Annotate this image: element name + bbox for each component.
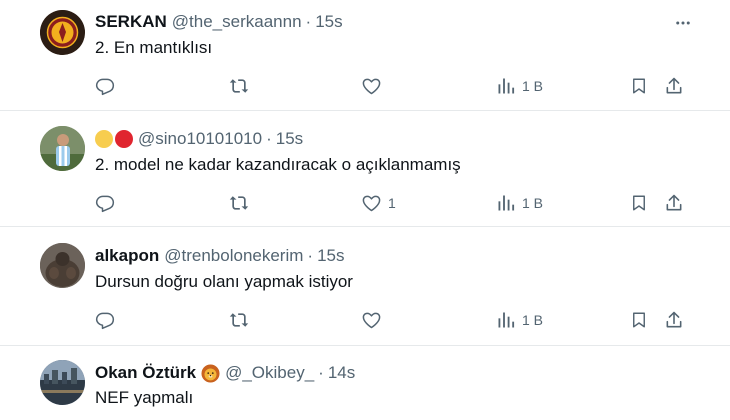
tweet-text: Dursun doğru olanı yapmak istiyor	[95, 272, 353, 291]
reply-button[interactable]	[95, 190, 115, 216]
timestamp[interactable]: 15s	[315, 12, 342, 32]
share-icon	[666, 77, 682, 94]
share-button[interactable]	[664, 73, 684, 99]
display-name-emojis[interactable]	[95, 130, 133, 148]
yellow-circle-icon	[95, 130, 113, 148]
retweet-icon	[229, 196, 249, 210]
separator-dot: ·	[305, 12, 312, 31]
like-button[interactable]: 1	[361, 190, 396, 216]
tweet-header: SERKAN @the_serkaannn · 15s	[95, 11, 343, 33]
action-bar: 1 B	[0, 73, 730, 99]
tweet[interactable]: @sino10101010 · 15s 2. model ne kadar ka…	[0, 111, 730, 226]
retweet-button[interactable]	[228, 307, 250, 333]
views-button[interactable]: 1 B	[496, 190, 543, 216]
like-button[interactable]	[361, 73, 388, 99]
avatar[interactable]	[40, 243, 85, 288]
share-button[interactable]	[664, 190, 684, 216]
views-button[interactable]: 1 B	[496, 73, 543, 99]
heart-icon	[362, 78, 381, 95]
reply-button[interactable]	[95, 73, 115, 99]
bookmark-button[interactable]	[630, 73, 648, 99]
reply-button[interactable]	[95, 307, 115, 333]
user-handle[interactable]: @trenbolonekerim	[164, 246, 303, 266]
heart-icon	[362, 195, 381, 212]
reply-icon	[95, 195, 115, 213]
views-count: 1 B	[522, 78, 544, 94]
bookmark-button[interactable]	[630, 307, 648, 333]
user-handle[interactable]: @_Okibey_	[225, 363, 314, 383]
retweet-icon	[229, 313, 249, 327]
display-name[interactable]: alkapon	[95, 246, 159, 266]
display-name[interactable]: SERKAN	[95, 12, 167, 32]
bookmark-icon	[633, 312, 645, 328]
retweet-button[interactable]	[228, 73, 250, 99]
retweet-icon	[229, 79, 249, 93]
action-bar: 1 1 B	[0, 190, 730, 216]
timestamp[interactable]: 15s	[276, 129, 303, 149]
separator-dot: ·	[266, 129, 272, 148]
views-count: 1 B	[522, 312, 544, 328]
views-chart-icon	[498, 195, 515, 211]
bookmark-icon	[633, 78, 645, 94]
tweet[interactable]: SERKAN @the_serkaannn · 15s 2. En mantık…	[0, 0, 730, 110]
tweet-text: 2. model ne kadar kazandıracak o açıklan…	[95, 155, 461, 174]
more-icon[interactable]	[672, 12, 694, 34]
tweet-header: alkapon @trenbolonekerim · 15s	[95, 245, 345, 267]
timestamp[interactable]: 15s	[317, 246, 344, 266]
separator-dot: ·	[307, 246, 314, 265]
share-icon	[666, 311, 682, 328]
red-circle-icon	[115, 130, 133, 148]
lion-emoji-icon	[201, 363, 220, 383]
views-button[interactable]: 1 B	[496, 307, 543, 333]
action-bar: 1 B	[0, 307, 730, 333]
user-handle[interactable]: @sino10101010	[138, 129, 262, 149]
reply-icon	[95, 312, 115, 330]
tweet-feed: SERKAN @the_serkaannn · 15s 2. En mantık…	[0, 0, 730, 420]
retweet-button[interactable]	[228, 190, 250, 216]
tweet-text: 2. En mantıklısı	[95, 38, 213, 57]
tweet-text: NEF yapmalı	[95, 388, 194, 407]
share-icon	[666, 194, 682, 211]
views-count: 1 B	[522, 195, 544, 211]
tweet-header: @sino10101010 · 15s	[95, 128, 303, 150]
tweet[interactable]: Okan Öztürk @_Okibey_ · 14s NEF yapmalı	[0, 346, 730, 420]
reply-icon	[95, 78, 115, 96]
avatar[interactable]	[40, 10, 85, 55]
avatar[interactable]	[40, 126, 85, 171]
display-name[interactable]: Okan Öztürk	[95, 363, 196, 383]
heart-icon	[362, 312, 381, 329]
tweet[interactable]: alkapon @trenbolonekerim · 15s Dursun do…	[0, 227, 730, 345]
like-button[interactable]	[361, 307, 388, 333]
share-button[interactable]	[664, 307, 684, 333]
separator-dot: ·	[318, 363, 324, 382]
bookmark-button[interactable]	[630, 190, 648, 216]
like-count: 1	[388, 195, 396, 211]
user-handle[interactable]: @the_serkaannn	[172, 12, 302, 32]
bookmark-icon	[633, 195, 645, 211]
views-chart-icon	[498, 78, 515, 94]
timestamp[interactable]: 14s	[328, 363, 355, 383]
tweet-header: Okan Öztürk @_Okibey_ · 14s	[95, 362, 355, 384]
views-chart-icon	[498, 312, 515, 328]
avatar[interactable]	[40, 360, 85, 405]
